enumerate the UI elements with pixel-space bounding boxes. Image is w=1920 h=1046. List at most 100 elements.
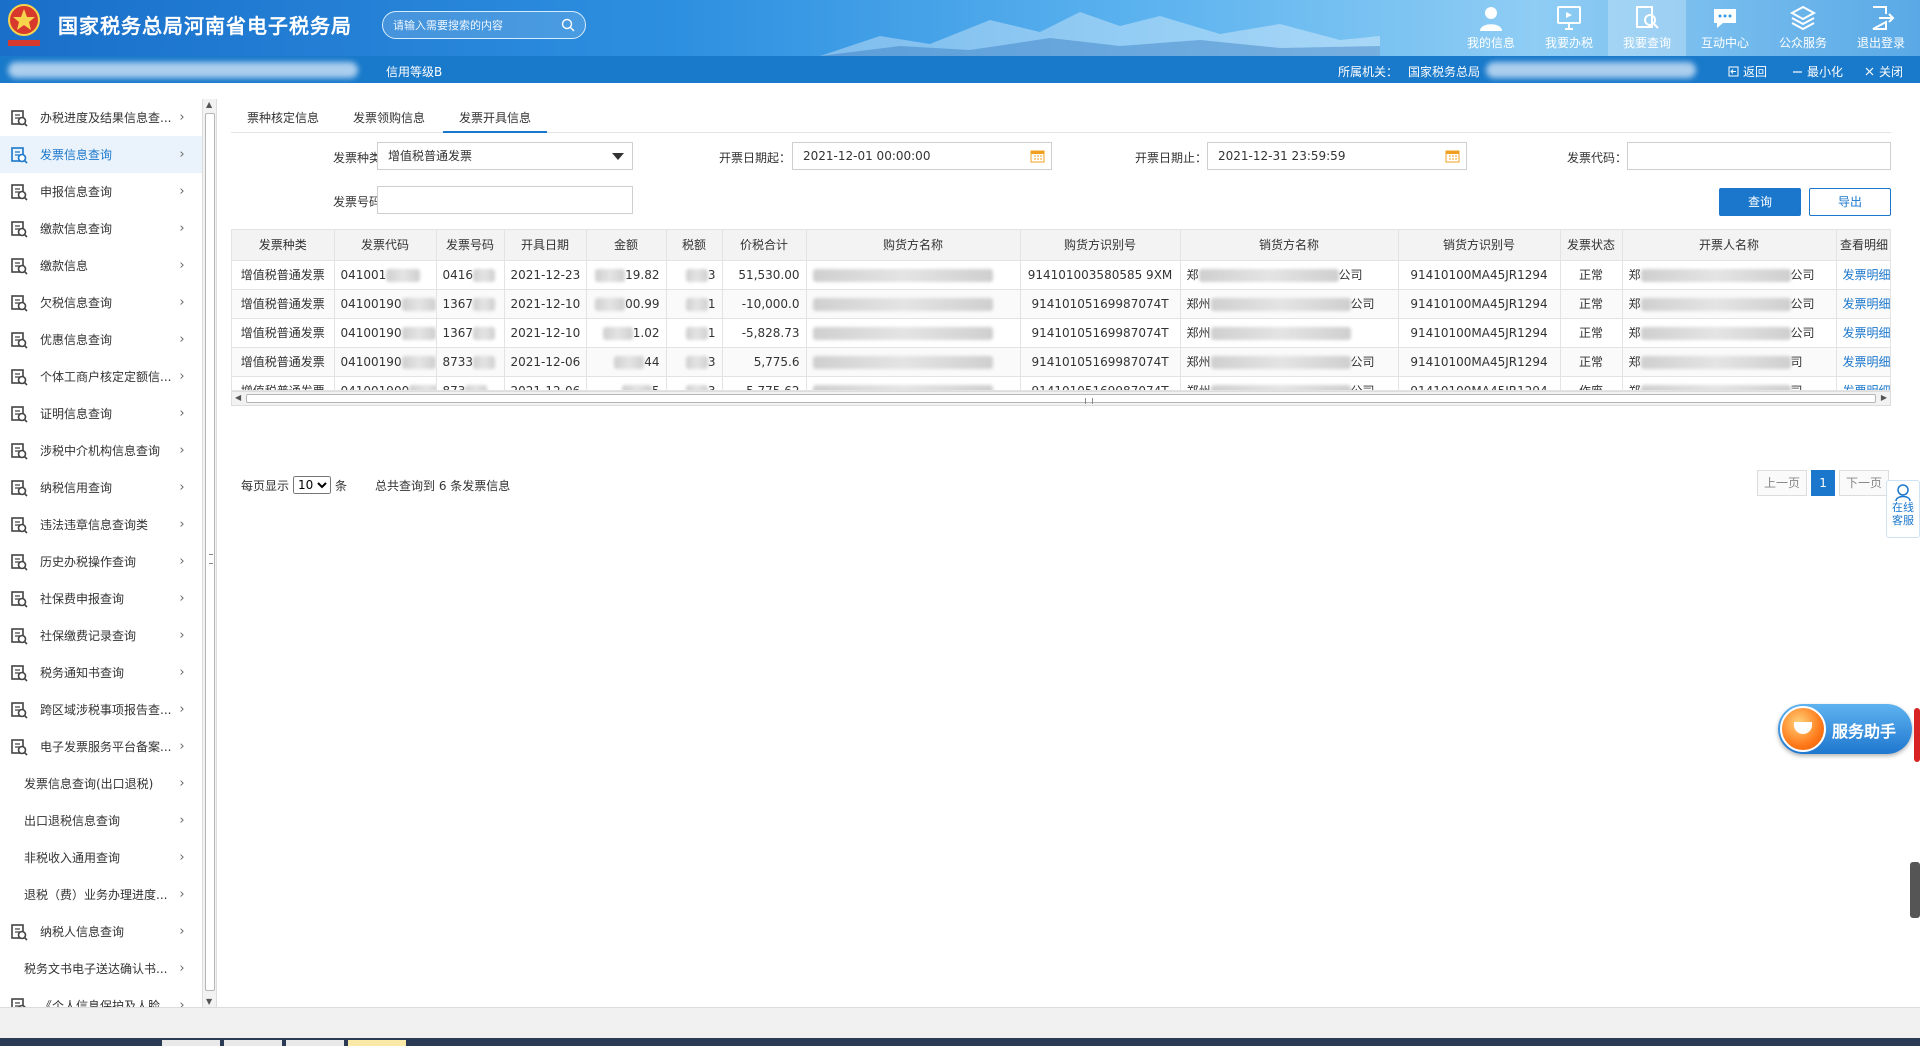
- table-row[interactable]: 增值税普通发票 041001900 873 2021-12-06 5 3 5,775.62 9…: [232, 376, 1891, 391]
- search-input[interactable]: [393, 16, 553, 34]
- date-start-label: 开票日期起：: [718, 151, 791, 165]
- cell-text: 公司: [1790, 297, 1815, 311]
- sidebar-item-label: 历史办税操作查询: [40, 555, 137, 569]
- per-page-select[interactable]: 10: [293, 476, 332, 494]
- sidebar-item[interactable]: 发票信息查询 ›: [0, 136, 202, 173]
- export-button[interactable]: 导出: [1809, 188, 1891, 216]
- table-cell: 郑司: [1622, 347, 1837, 377]
- sidebar-item[interactable]: 纳税人信息查询 ›: [0, 913, 202, 950]
- minimize-button[interactable]: 最小化: [1792, 63, 1843, 80]
- sidebar-item[interactable]: 出口退税信息查询 ›: [0, 802, 202, 839]
- sidebar-item[interactable]: 涉税中介机构信息查询 ›: [0, 432, 202, 469]
- customer-service-icon: [1895, 484, 1911, 501]
- taskbar-item[interactable]: [162, 1040, 220, 1046]
- taskbar-item[interactable]: [224, 1040, 282, 1046]
- sidebar-item[interactable]: 退税（费）业务办理进度... ›: [0, 876, 202, 913]
- sidebar-item[interactable]: 社保费申报查询 ›: [0, 580, 202, 617]
- invoice-detail-link[interactable]: 发票明细: [1843, 297, 1891, 311]
- prev-page-button[interactable]: 上一页: [1757, 470, 1808, 496]
- cell-text: 司: [1790, 384, 1803, 391]
- query-button[interactable]: 查询: [1719, 188, 1801, 216]
- search-icon[interactable]: [561, 18, 575, 32]
- sidebar-item[interactable]: 历史办税操作查询 ›: [0, 543, 202, 580]
- cell-text: 3: [707, 354, 716, 369]
- scroll-left-arrow[interactable]: ◀: [235, 393, 241, 402]
- hscroll-thumb[interactable]: [246, 394, 1876, 404]
- credit-icon: [11, 479, 28, 497]
- taskbar-item[interactable]: [286, 1040, 344, 1046]
- sidebar-item[interactable]: 申报信息查询 ›: [0, 173, 202, 210]
- date-end-field[interactable]: 2021-12-31 23:59:59: [1207, 142, 1467, 170]
- table-row[interactable]: 增值税普通发票 04100190 1367 2021-12-10 00.99 1 -10,0…: [232, 289, 1891, 319]
- nav-my-info[interactable]: 我的信息: [1452, 0, 1530, 56]
- table-cell: 5,775.62: [722, 376, 807, 390]
- nav-label: 退出登录: [1856, 36, 1905, 50]
- sidebar-item[interactable]: 办税进度及结果信息查... ›: [0, 99, 202, 136]
- nav-do-tax[interactable]: 我要办税: [1530, 0, 1608, 56]
- pagination: 上一页 1 下一页: [1757, 470, 1890, 496]
- cell-text: 增值税普通发票: [240, 326, 325, 340]
- chevron-right-icon: ›: [179, 332, 185, 347]
- sidebar-item-label: 涉税中介机构信息查询: [40, 444, 161, 458]
- invoice-table: 发票种类 发票代码 发票号码 开具日期 金额 税额 价税合计 购货方名称 购货方识别号 销货方名称…: [232, 230, 1891, 391]
- invoice-type-select[interactable]: 增值税普通发票: [377, 142, 633, 170]
- tab-ticket-type[interactable]: 票种核定信息: [231, 107, 335, 133]
- table-row[interactable]: 增值税普通发票 041001 0416 2021-12-23 19.82 3 51,530.…: [232, 260, 1891, 290]
- invoice-detail-link[interactable]: 发票明细: [1843, 268, 1891, 282]
- cell-text: 郑: [1186, 268, 1199, 282]
- scrollbar-thumb[interactable]: [205, 113, 215, 991]
- nav-public-service[interactable]: 公众服务: [1764, 0, 1842, 56]
- sidebar-scrollbar[interactable]: ▲ ▼: [202, 99, 216, 1007]
- sidebar-item[interactable]: 欠税信息查询 ›: [0, 284, 202, 321]
- invoice-detail-link[interactable]: 发票明细: [1843, 384, 1891, 390]
- sidebar-item[interactable]: 证明信息查询 ›: [0, 395, 202, 432]
- taskbar-item[interactable]: [348, 1040, 406, 1046]
- sidebar-item[interactable]: 社保缴费记录查询 ›: [0, 617, 202, 654]
- nav-logout[interactable]: 退出登录: [1842, 0, 1920, 56]
- sidebar-item[interactable]: 跨区域涉税事项报告查... ›: [0, 691, 202, 728]
- table-row[interactable]: 增值税普通发票 04100190 1367 2021-12-10 1.02 1 -5,828…: [232, 318, 1891, 348]
- table-cell: 2021-12-23: [504, 260, 587, 290]
- calendar-icon[interactable]: [1030, 149, 1045, 163]
- cell-text: 正常: [1578, 326, 1603, 340]
- service-assistant-button[interactable]: 服务助手: [1778, 704, 1920, 762]
- nav-label: 互动中心: [1700, 36, 1749, 50]
- sidebar-item[interactable]: 税务通知书查询 ›: [0, 654, 202, 691]
- tab-invoice-purchase[interactable]: 发票领购信息: [337, 107, 441, 133]
- scroll-down-arrow[interactable]: ▼: [206, 997, 212, 1006]
- nav-query[interactable]: 我要查询: [1608, 0, 1686, 56]
- table-horizontal-scrollbar[interactable]: ◀ ▶: [231, 391, 1891, 406]
- sidebar-item[interactable]: 缴款信息查询 ›: [0, 210, 202, 247]
- side-toolbar-handle[interactable]: [1910, 862, 1920, 918]
- sidebar-item[interactable]: 税务文书电子送达确认书... ›: [0, 950, 202, 987]
- scroll-right-arrow[interactable]: ▶: [1881, 393, 1887, 402]
- invoice-detail-link[interactable]: 发票明细: [1843, 326, 1891, 340]
- invoice-number-input[interactable]: [377, 186, 633, 214]
- sidebar-item[interactable]: 非税收入通用查询 ›: [0, 839, 202, 876]
- date-start-field[interactable]: 2021-12-01 00:00:00: [792, 142, 1052, 170]
- nav-interaction[interactable]: 互动中心: [1686, 0, 1764, 56]
- sidebar-item[interactable]: 缴款信息 ›: [0, 247, 202, 284]
- invoice-detail-link[interactable]: 发票明细: [1843, 355, 1891, 369]
- chevron-right-icon: ›: [179, 443, 185, 458]
- next-page-button[interactable]: 下一页: [1839, 470, 1890, 496]
- sidebar-item[interactable]: 优惠信息查询 ›: [0, 321, 202, 358]
- table-row[interactable]: 增值税普通发票 04100190 8733 2021-12-06 44 3 5,775.6 9…: [232, 347, 1891, 377]
- chevron-right-icon: ›: [179, 924, 185, 939]
- global-search[interactable]: [382, 11, 586, 39]
- close-button[interactable]: 关闭: [1864, 63, 1903, 80]
- sidebar-item[interactable]: 个体工商户核定定额信... ›: [0, 358, 202, 395]
- chevron-right-icon: ›: [179, 850, 185, 865]
- back-button[interactable]: 返回: [1728, 63, 1767, 80]
- tab-invoice-issue[interactable]: 发票开具信息: [443, 107, 548, 133]
- current-page[interactable]: 1: [1811, 470, 1836, 496]
- sidebar-item[interactable]: 违法违章信息查询类 ›: [0, 506, 202, 543]
- redacted-text: [685, 355, 708, 369]
- sidebar-item[interactable]: 发票信息查询(出口退税) ›: [0, 765, 202, 802]
- sidebar-item[interactable]: 纳税信用查询 ›: [0, 469, 202, 506]
- online-service-widget[interactable]: 在线客服: [1886, 480, 1920, 538]
- invoice-code-input[interactable]: [1627, 142, 1891, 170]
- scroll-up-arrow[interactable]: ▲: [206, 100, 212, 109]
- sidebar-item[interactable]: 电子发票服务平台备案... ›: [0, 728, 202, 765]
- calendar-icon[interactable]: [1445, 149, 1460, 163]
